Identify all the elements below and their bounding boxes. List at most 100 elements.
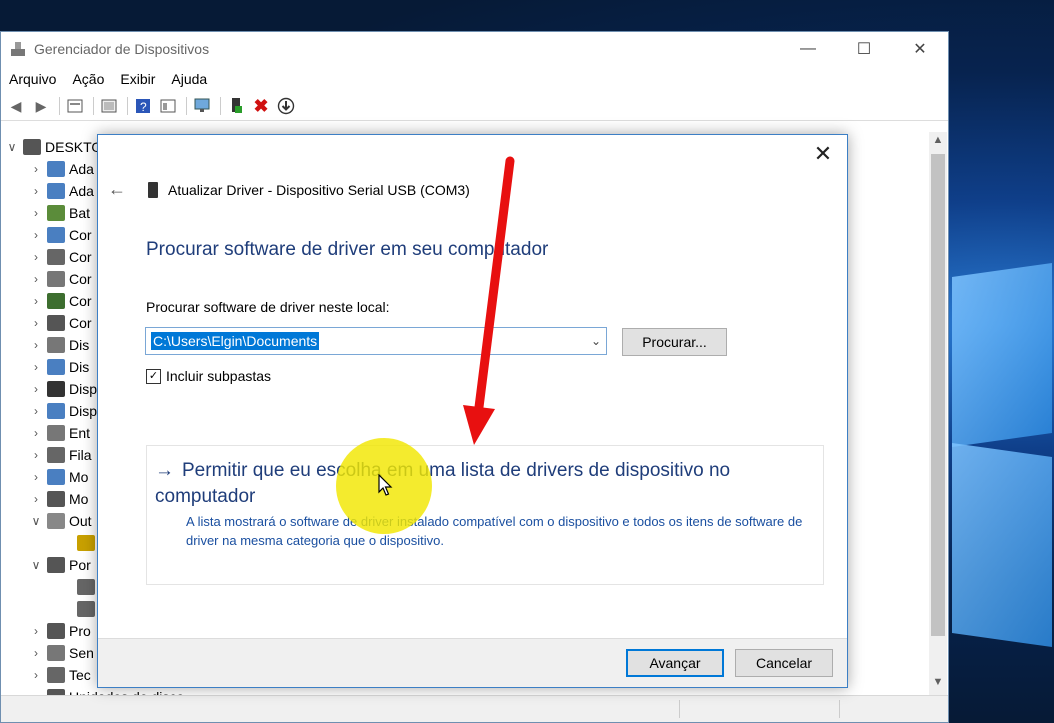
chevron-right-icon[interactable]: › bbox=[29, 668, 43, 682]
tree-item[interactable]: › Dis bbox=[29, 334, 89, 356]
right-arrow-icon: → bbox=[155, 460, 174, 481]
chevron-right-icon[interactable]: › bbox=[29, 228, 43, 242]
include-subfolders-checkbox[interactable]: ✓ Incluir subpastas bbox=[146, 368, 271, 384]
chevron-right-icon[interactable]: › bbox=[29, 184, 43, 198]
menu-exibir[interactable]: Exibir bbox=[120, 71, 155, 87]
dialog-close-button[interactable]: ✕ bbox=[809, 141, 837, 167]
menu-ajuda[interactable]: Ajuda bbox=[171, 71, 207, 87]
browse-button[interactable]: Procurar... bbox=[622, 328, 727, 356]
show-hide-icon[interactable] bbox=[98, 95, 120, 117]
tree-item-label: Mo bbox=[69, 491, 89, 507]
update-driver-icon[interactable] bbox=[225, 95, 247, 117]
tree-item[interactable]: ∨ Out bbox=[29, 510, 92, 532]
chevron-right-icon[interactable]: › bbox=[29, 250, 43, 264]
back-icon[interactable]: ◀ bbox=[5, 95, 27, 117]
scroll-thumb[interactable] bbox=[931, 154, 945, 636]
chevron-right-icon[interactable]: › bbox=[29, 448, 43, 462]
tree-item[interactable]: ∨ Por bbox=[29, 554, 91, 576]
forward-icon[interactable]: ▶ bbox=[30, 95, 52, 117]
minimize-button[interactable]: — bbox=[780, 32, 836, 66]
menu-acao[interactable]: Ação bbox=[72, 71, 104, 87]
chevron-right-icon[interactable]: › bbox=[29, 360, 43, 374]
chevron-right-icon[interactable]: › bbox=[29, 492, 43, 506]
tree-item[interactable]: › Disp bbox=[29, 400, 97, 422]
usb-device-icon bbox=[148, 181, 158, 198]
tree-item[interactable]: › Cor bbox=[29, 268, 92, 290]
maximize-button[interactable]: ☐ bbox=[836, 32, 892, 66]
tree-item-label: Bat bbox=[69, 205, 91, 221]
tree-root[interactable]: ∨ DESKTO bbox=[5, 136, 102, 158]
device-category-icon bbox=[47, 491, 65, 507]
view-icon[interactable] bbox=[157, 95, 179, 117]
chevron-right-icon[interactable]: › bbox=[29, 624, 43, 638]
tree-item[interactable]: › Ada bbox=[29, 158, 94, 180]
chevron-right-icon[interactable]: › bbox=[29, 426, 43, 440]
tree-item[interactable]: › Dis bbox=[29, 356, 89, 378]
vertical-scrollbar[interactable]: ▲ ▼ bbox=[929, 132, 947, 696]
pick-from-list-text[interactable]: Permitir que eu escolha em uma lista de … bbox=[155, 460, 730, 507]
help-icon[interactable]: ? bbox=[132, 95, 154, 117]
tree-item[interactable]: › Fila bbox=[29, 444, 92, 466]
tree-item-label: Cor bbox=[69, 227, 92, 243]
menu-arquivo[interactable]: Arquivo bbox=[9, 71, 56, 87]
tree-item[interactable]: › Cor bbox=[29, 290, 92, 312]
checkbox-check-icon[interactable]: ✓ bbox=[146, 368, 161, 384]
next-button[interactable]: Avançar bbox=[626, 649, 724, 677]
device-category-icon bbox=[47, 425, 65, 441]
device-category-icon bbox=[47, 645, 65, 661]
chevron-down-icon[interactable]: ∨ bbox=[29, 558, 43, 572]
tree-item-label: Disp bbox=[69, 381, 98, 397]
chevron-right-icon[interactable]: › bbox=[29, 206, 43, 220]
tree-item[interactable]: › Mo bbox=[29, 466, 88, 488]
tree-item[interactable]: › Tec bbox=[29, 664, 91, 686]
back-arrow-icon[interactable]: ← bbox=[108, 179, 132, 200]
close-button[interactable]: ✕ bbox=[892, 32, 948, 66]
tree-item[interactable]: › Sen bbox=[29, 642, 94, 664]
tree-item[interactable]: › Ent bbox=[29, 422, 90, 444]
tree-item[interactable]: › Mo bbox=[29, 488, 88, 510]
tree-child-item[interactable] bbox=[59, 532, 99, 554]
scroll-up-icon[interactable]: ▲ bbox=[929, 134, 947, 152]
disable-icon[interactable] bbox=[275, 95, 297, 117]
menu-bar: Arquivo Ação Exibir Ajuda bbox=[1, 66, 948, 92]
tree-item-label: Ada bbox=[69, 161, 94, 177]
chevron-right-icon[interactable]: › bbox=[29, 162, 43, 176]
chevron-down-icon[interactable]: ∨ bbox=[5, 140, 19, 154]
chevron-right-icon[interactable]: › bbox=[29, 316, 43, 330]
tree-item[interactable]: › Pro bbox=[29, 620, 91, 642]
pick-from-list-option[interactable]: → Permitir que eu escolha em uma lista de… bbox=[146, 445, 824, 585]
tree-item-label: Cor bbox=[69, 293, 92, 309]
device-category-icon bbox=[47, 557, 65, 573]
chevron-right-icon[interactable]: › bbox=[29, 646, 43, 660]
tree-item-label: Tec bbox=[69, 667, 91, 683]
status-bar bbox=[1, 695, 948, 722]
scroll-down-icon[interactable]: ▼ bbox=[929, 676, 947, 694]
tree-item[interactable]: › Cor bbox=[29, 224, 92, 246]
tree-item[interactable]: › Cor bbox=[29, 246, 92, 268]
chevron-right-icon[interactable]: › bbox=[29, 338, 43, 352]
pick-from-list-link[interactable]: → Permitir que eu escolha em uma lista de… bbox=[155, 458, 795, 510]
uninstall-icon[interactable]: ✖ bbox=[250, 95, 272, 117]
tree-item-label: Cor bbox=[69, 315, 92, 331]
scan-icon[interactable] bbox=[191, 95, 213, 117]
location-input[interactable]: C:\Users\Elgin\Documents bbox=[151, 332, 320, 350]
tree-item[interactable]: › Ada bbox=[29, 180, 94, 202]
chevron-down-icon[interactable]: ⌄ bbox=[586, 334, 606, 348]
tree-child-item[interactable] bbox=[59, 576, 99, 598]
tree-item[interactable]: › Disp bbox=[29, 378, 97, 400]
location-label: Procurar software de driver neste local: bbox=[146, 299, 390, 315]
chevron-down-icon[interactable]: ∨ bbox=[29, 514, 43, 528]
tree-child-item[interactable] bbox=[59, 598, 99, 620]
tree-item-label: Ada bbox=[69, 183, 94, 199]
tree-item[interactable]: › Bat bbox=[29, 202, 90, 224]
chevron-right-icon[interactable]: › bbox=[29, 470, 43, 484]
location-combobox[interactable]: C:\Users\Elgin\Documents ⌄ bbox=[145, 327, 607, 355]
chevron-right-icon[interactable]: › bbox=[29, 404, 43, 418]
tree-item[interactable]: › Cor bbox=[29, 312, 92, 334]
device-category-icon bbox=[77, 601, 95, 617]
chevron-right-icon[interactable]: › bbox=[29, 294, 43, 308]
chevron-right-icon[interactable]: › bbox=[29, 382, 43, 396]
properties-icon[interactable] bbox=[64, 95, 86, 117]
chevron-right-icon[interactable]: › bbox=[29, 272, 43, 286]
cancel-button[interactable]: Cancelar bbox=[735, 649, 833, 677]
